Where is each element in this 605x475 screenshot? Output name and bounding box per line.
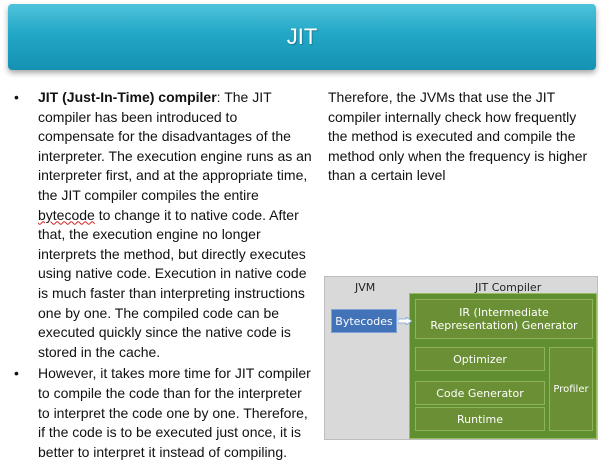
left-column: • JIT (Just-In-Time) compiler: The JIT c… (14, 88, 314, 464)
bullet-text-part-a: : The JIT compiler has been introduced t… (38, 89, 312, 203)
ir-generator-box: IR (Intermediate Representation) Generat… (415, 299, 593, 339)
bytecodes-box: Bytecodes (331, 309, 397, 333)
bullet-heading: JIT (Just-In-Time) compiler (38, 89, 217, 105)
jit-architecture-diagram: JVM JIT Compiler Bytecodes IR (Intermedi… (324, 276, 598, 440)
right-column-paragraph: Therefore, the JVMs that use the JIT com… (328, 89, 588, 184)
slide-title: JIT (286, 24, 318, 49)
code-generator-box: Code Generator (415, 381, 545, 405)
jit-compiler-label: JIT Compiler (475, 281, 542, 294)
arrow-icon (398, 317, 412, 325)
bullet-item-jit-compiler: • JIT (Just-In-Time) compiler: The JIT c… (14, 88, 314, 362)
profiler-box: Profiler (549, 347, 593, 431)
optimizer-box: Optimizer (415, 347, 545, 371)
slide-title-bar: JIT (8, 4, 596, 70)
bullet-text: However, it takes more time for JIT comp… (38, 365, 311, 460)
bullet-item-however: • However, it takes more time for JIT co… (14, 364, 314, 462)
bullet-marker: • (14, 365, 19, 382)
jvm-label: JVM (355, 281, 376, 294)
spellcheck-word: bytecode (38, 206, 95, 223)
bullet-marker: • (14, 89, 19, 105)
runtime-box: Runtime (415, 407, 545, 431)
bullet-text-part-b: to change it to native code. After that,… (38, 206, 307, 360)
